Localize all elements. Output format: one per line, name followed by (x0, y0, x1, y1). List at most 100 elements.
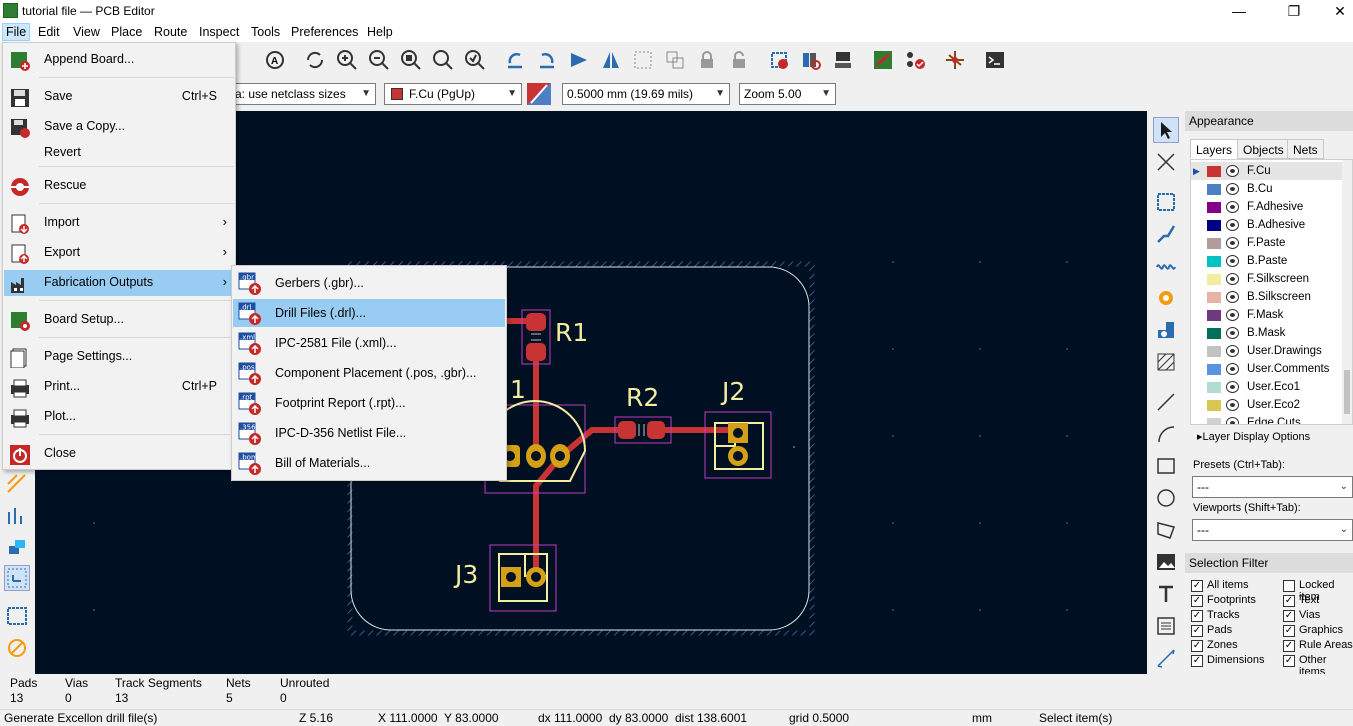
no-power-icon[interactable] (4, 635, 30, 661)
selection-filter-checkbox[interactable]: ✓ (1283, 625, 1295, 637)
route-track-icon[interactable] (1153, 221, 1179, 247)
console-icon[interactable] (982, 47, 1008, 73)
add-image-icon[interactable] (1153, 549, 1179, 575)
netlist-update-icon[interactable] (830, 47, 856, 73)
visibility-eye-icon[interactable] (1226, 363, 1239, 375)
layer-color-swatch[interactable] (1207, 328, 1221, 339)
zoom-objects-icon[interactable] (430, 47, 456, 73)
draw-arc-icon[interactable] (1153, 421, 1179, 447)
zoom-in-icon[interactable] (334, 47, 360, 73)
tab-layers[interactable]: Layers (1190, 139, 1239, 159)
route-diff-pair-icon[interactable] (1153, 253, 1179, 279)
layer-display-options-toggle[interactable]: ▸Layer Display Options (1197, 430, 1310, 443)
layer-color-swatch[interactable] (1207, 202, 1221, 213)
selection-filter-checkbox[interactable]: ✓ (1283, 610, 1295, 622)
menu-inspect[interactable]: Inspect (199, 25, 239, 39)
visibility-eye-icon[interactable] (1226, 345, 1239, 357)
visibility-eye-icon[interactable] (1226, 291, 1239, 303)
rotate-ccw-icon[interactable] (502, 47, 528, 73)
add-footprint-icon[interactable] (1153, 189, 1179, 215)
layer-row[interactable]: F.Mask (1191, 306, 1352, 324)
visibility-eye-icon[interactable] (1226, 381, 1239, 393)
scripting-icon[interactable] (870, 47, 896, 73)
layer-row[interactable]: User.Drawings (1191, 342, 1352, 360)
file-menu-item[interactable]: Fabrication Outputs › (4, 270, 235, 296)
layer-color-swatch[interactable] (1207, 418, 1221, 424)
zoom-select[interactable]: Zoom 5.00 ▼ (739, 83, 836, 105)
layer-row[interactable]: B.Paste (1191, 252, 1352, 270)
fabrication-menu-item[interactable]: .gbr Gerbers (.gbr)... (233, 269, 505, 297)
tab-nets[interactable]: Nets (1287, 139, 1324, 159)
visibility-eye-icon[interactable] (1226, 417, 1239, 424)
layer-color-swatch[interactable] (1207, 184, 1221, 195)
draw-rectangle-icon[interactable] (1153, 453, 1179, 479)
file-menu-item[interactable]: Page Settings... (4, 344, 235, 370)
layer-color-swatch[interactable] (1207, 310, 1221, 321)
zoom-selection-icon[interactable] (462, 47, 488, 73)
flip-icon[interactable] (566, 47, 592, 73)
file-menu-item[interactable]: Board Setup... (4, 307, 235, 333)
ungroup-icon[interactable] (662, 47, 688, 73)
selection-filter-checkbox[interactable]: ✓ (1191, 625, 1203, 637)
draw-line-icon[interactable] (1153, 389, 1179, 415)
layer-color-swatch[interactable] (1207, 364, 1221, 375)
visibility-eye-icon[interactable] (1226, 327, 1239, 339)
visibility-eye-icon[interactable] (1226, 165, 1239, 177)
file-menu-item[interactable]: Append Board... (4, 47, 235, 73)
mirror-icon[interactable] (598, 47, 624, 73)
file-menu-item[interactable]: Rescue (4, 173, 235, 199)
scrollbar-thumb[interactable] (1344, 370, 1350, 414)
selection-filter-checkbox[interactable]: ✓ (1283, 655, 1295, 667)
layer-color-swatch[interactable] (1207, 292, 1221, 303)
local-ratsnest-icon[interactable] (1153, 149, 1179, 175)
curved-ratsnest-icon[interactable] (4, 503, 30, 529)
layer-row[interactable]: ▶ F.Cu (1191, 162, 1352, 180)
layer-row[interactable]: B.Adhesive (1191, 216, 1352, 234)
add-dimension-icon[interactable] (1153, 645, 1179, 671)
schematic-icon[interactable] (942, 47, 968, 73)
draw-polygon-icon[interactable] (1153, 517, 1179, 543)
menu-route[interactable]: Route (154, 25, 187, 39)
layer-row[interactable]: B.Mask (1191, 324, 1352, 342)
layer-row[interactable]: F.Silkscreen (1191, 270, 1352, 288)
menu-place[interactable]: Place (111, 25, 142, 39)
file-menu-item[interactable]: Plot... (4, 404, 235, 430)
add-text-icon[interactable] (1153, 581, 1179, 607)
selection-filter-checkbox[interactable]: ✓ (1191, 655, 1203, 667)
add-keepout-icon[interactable] (1153, 349, 1179, 375)
track-width-select[interactable]: a: use netclass sizes ▼ (230, 83, 376, 105)
fabrication-menu-item[interactable]: .xml IPC-2581 File (.xml)... (233, 329, 505, 357)
high-contrast-icon[interactable] (4, 535, 30, 561)
menu-edit[interactable]: Edit (38, 25, 60, 39)
zoom-fit-icon[interactable] (398, 47, 424, 73)
ratsnest-icon[interactable] (4, 471, 30, 497)
minimize-button[interactable]: — (1216, 0, 1262, 22)
footprint-r1[interactable] (521, 309, 551, 365)
menu-preferences[interactable]: Preferences (291, 25, 358, 39)
layer-color-swatch[interactable] (1207, 238, 1221, 249)
selection-filter-checkbox[interactable]: ✓ (1283, 640, 1295, 652)
layer-list-scrollbar[interactable] (1342, 160, 1352, 424)
drc-icon[interactable] (902, 47, 928, 73)
layer-row[interactable]: User.Eco1 (1191, 378, 1352, 396)
visibility-eye-icon[interactable] (1226, 273, 1239, 285)
lock-icon[interactable] (694, 47, 720, 73)
fabrication-menu-item[interactable]: .pos Component Placement (.pos, .gbr)... (233, 359, 505, 387)
selection-filter-checkbox[interactable] (1283, 580, 1295, 592)
file-menu-item[interactable]: Print... Ctrl+P (4, 374, 235, 400)
footprint-j3[interactable] (489, 544, 557, 612)
file-menu-item[interactable]: Import › (4, 210, 235, 236)
layer-row[interactable]: F.Paste (1191, 234, 1352, 252)
layer-row[interactable]: Edge.Cuts (1191, 414, 1352, 424)
selection-filter-checkbox[interactable]: ✓ (1191, 580, 1203, 592)
footprint-r2[interactable] (614, 416, 672, 444)
tab-objects[interactable]: Objects (1237, 139, 1290, 159)
layer-row[interactable]: B.Cu (1191, 180, 1352, 198)
layer-color-swatch[interactable] (1207, 256, 1221, 267)
visibility-eye-icon[interactable] (1226, 309, 1239, 321)
menu-file[interactable]: File (2, 23, 31, 41)
layer-color-swatch[interactable] (1207, 166, 1221, 177)
draw-circle-icon[interactable] (1153, 485, 1179, 511)
visibility-eye-icon[interactable] (1226, 255, 1239, 267)
visibility-eye-icon[interactable] (1226, 237, 1239, 249)
